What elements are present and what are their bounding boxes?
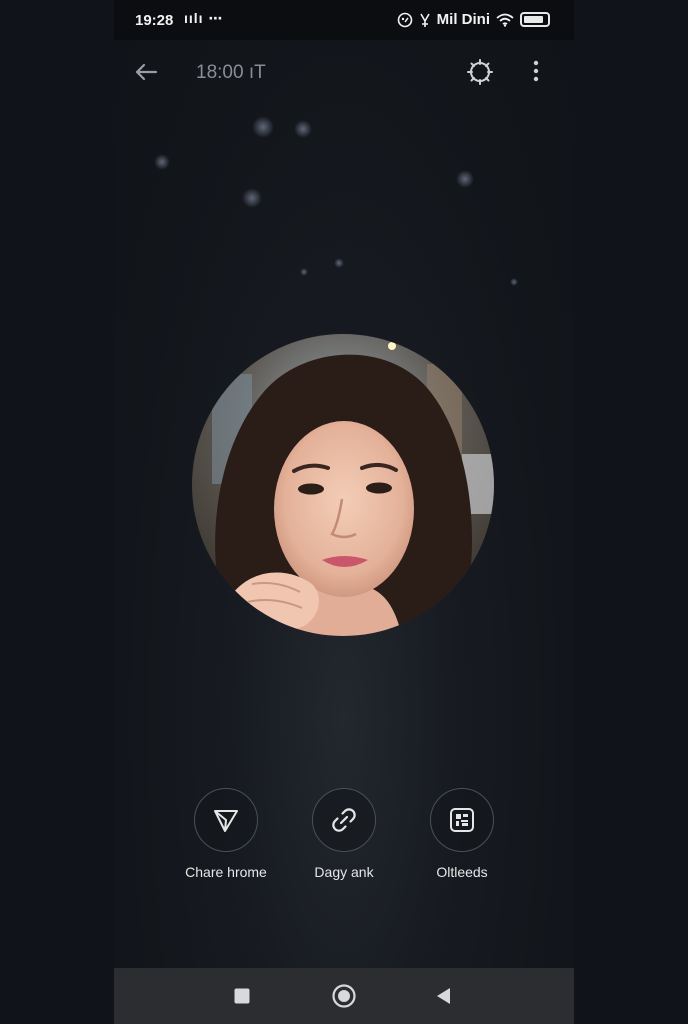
media-icon bbox=[397, 12, 412, 27]
bokeh-sparkle bbox=[334, 258, 344, 268]
back-button[interactable] bbox=[130, 56, 162, 88]
system-nav-bar bbox=[114, 968, 574, 1024]
app-title: 18:00 ıT bbox=[196, 62, 266, 83]
notification-icons: ıılı ⋯ bbox=[184, 10, 224, 26]
share-home-button[interactable]: Chare hrome bbox=[166, 788, 286, 880]
settings-button[interactable] bbox=[464, 56, 496, 88]
qr-code-label: Oltleeds bbox=[436, 864, 488, 880]
home-icon bbox=[332, 984, 356, 1008]
send-share-icon bbox=[214, 810, 238, 832]
share-home-label: Chare hrome bbox=[185, 864, 267, 880]
qr-code-circle bbox=[430, 788, 494, 852]
more-vertical-icon bbox=[533, 60, 539, 82]
copy-link-label: Dagy ank bbox=[314, 864, 374, 880]
share-home-circle bbox=[194, 788, 258, 852]
bokeh-sparkle bbox=[456, 170, 474, 188]
back-icon bbox=[437, 988, 450, 1004]
status-right-group: Mil Dini bbox=[397, 11, 550, 28]
bokeh-sparkle bbox=[252, 116, 274, 138]
more-options-button[interactable] bbox=[524, 56, 548, 88]
back-arrow-icon bbox=[135, 63, 158, 81]
bokeh-sparkle bbox=[242, 188, 262, 208]
phone-screen: 19:28 ıılı ⋯ Mil Dini 18:00 ıT Chare hro… bbox=[114, 0, 574, 1024]
profile-photo bbox=[192, 334, 494, 636]
nav-back-button[interactable] bbox=[430, 982, 458, 1010]
top-app-bar: 18:00 ıT bbox=[114, 44, 574, 100]
recent-apps-icon bbox=[234, 988, 250, 1004]
qr-scan-icon bbox=[450, 808, 474, 832]
settings-gear-icon bbox=[467, 59, 493, 85]
bokeh-sparkle bbox=[300, 268, 308, 276]
recent-apps-button[interactable] bbox=[228, 982, 256, 1010]
network-label: Mil Dini bbox=[436, 11, 490, 28]
bokeh-sparkle bbox=[294, 120, 312, 138]
bokeh-sparkle bbox=[154, 154, 170, 170]
qr-code-button[interactable]: Oltleeds bbox=[402, 788, 522, 880]
profile-avatar[interactable] bbox=[192, 334, 494, 636]
copy-link-circle bbox=[312, 788, 376, 852]
bokeh-sparkle bbox=[510, 278, 518, 286]
signal-icon bbox=[419, 13, 430, 27]
link-icon bbox=[332, 808, 356, 832]
wifi-icon bbox=[496, 13, 514, 27]
copy-link-button[interactable]: Dagy ank bbox=[284, 788, 404, 880]
home-button[interactable] bbox=[330, 982, 358, 1010]
action-row: Chare hrome Dagy ank Oltleeds bbox=[114, 788, 574, 888]
screen-backdrop: 19:28 ıılı ⋯ Mil Dini 18:00 ıT Chare hro… bbox=[0, 0, 688, 1024]
status-bar: 19:28 ıılı ⋯ Mil Dini bbox=[114, 0, 574, 40]
battery-icon bbox=[520, 12, 550, 27]
status-time: 19:28 bbox=[135, 12, 174, 29]
